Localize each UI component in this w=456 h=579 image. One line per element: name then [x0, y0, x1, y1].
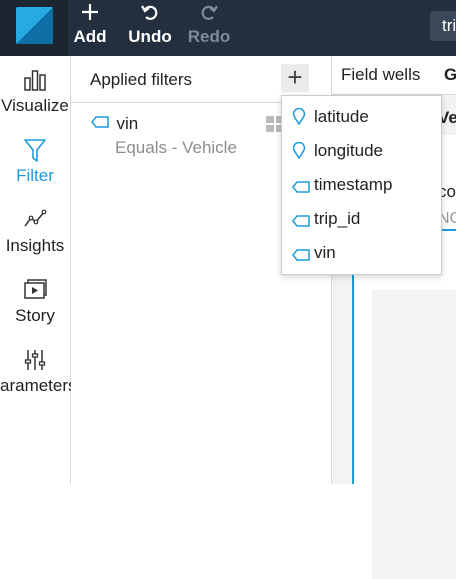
visual-card-body	[372, 290, 456, 579]
nav-item-insights[interactable]: Insights	[0, 202, 70, 266]
dimension-tag-icon	[292, 212, 310, 232]
add-label: Add	[73, 27, 107, 46]
menu-item-timestamp[interactable]: timestamp	[282, 167, 441, 201]
menu-item-label: latitude	[314, 107, 369, 126]
sliders-icon	[0, 342, 70, 376]
app-logo[interactable]	[0, 0, 68, 56]
logo-mark-icon	[16, 7, 53, 44]
menu-item-label: trip_id	[314, 209, 361, 228]
redo-icon	[185, 2, 233, 26]
nav-item-visualize[interactable]: Visualize	[0, 62, 70, 126]
menu-item-label: vin	[314, 243, 336, 262]
menu-item-trip-id[interactable]: trip_id	[282, 201, 441, 235]
undo-icon	[126, 2, 174, 26]
analysis-title[interactable]: tri	[430, 11, 456, 41]
nav-label: Insights	[5, 236, 65, 255]
menu-item-label: longitude	[314, 141, 384, 160]
bar-chart-icon	[0, 62, 70, 96]
nav-label: arameters	[0, 376, 77, 395]
nav-item-parameters[interactable]: arameters	[0, 342, 77, 406]
nav-item-filter[interactable]: Filter	[0, 132, 70, 196]
undo-button[interactable]: Undo	[126, 2, 174, 52]
nav-label: Filter	[16, 166, 54, 185]
panel-title: Applied filters	[90, 70, 193, 89]
add-button[interactable]: Add	[72, 2, 108, 52]
undo-label: Undo	[128, 27, 172, 46]
redo-button[interactable]: Redo	[185, 2, 233, 52]
geo-pin-icon	[292, 141, 306, 164]
dimension-tag-icon	[91, 116, 113, 133]
funnel-icon	[0, 132, 70, 166]
dimension-tag-icon	[292, 246, 310, 266]
nav-label: Visualize	[1, 96, 69, 115]
plus-icon	[72, 2, 108, 26]
menu-item-latitude[interactable]: latitude	[282, 99, 441, 133]
redo-label: Redo	[187, 27, 231, 46]
filter-field-name: vin	[116, 114, 139, 133]
menu-item-longitude[interactable]: longitude	[282, 133, 441, 167]
nav-item-story[interactable]: Story	[0, 272, 70, 336]
geo-pin-icon	[292, 107, 306, 130]
menu-item-label: timestamp	[314, 175, 393, 194]
field-wells-bar: Field wells G	[332, 56, 456, 95]
field-wells-label[interactable]: Field wells	[341, 65, 420, 85]
dimension-tag-icon	[292, 178, 310, 198]
story-icon	[0, 272, 70, 306]
field-wells-next-label[interactable]: G	[444, 65, 456, 85]
add-filter-button[interactable]: +	[281, 64, 309, 92]
left-nav: Visualize Filter Insights Story arameter…	[0, 56, 77, 484]
insights-icon	[0, 202, 70, 236]
top-toolbar: Add Undo Redo tri	[0, 0, 456, 56]
nav-label: Story	[15, 306, 55, 325]
menu-item-vin[interactable]: vin	[282, 235, 441, 269]
field-picker-menu: latitude longitude timestamp trip_id vin	[281, 95, 442, 275]
